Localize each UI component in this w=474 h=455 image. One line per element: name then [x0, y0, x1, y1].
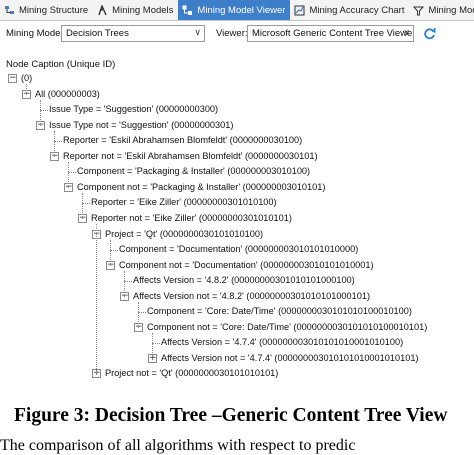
- tab-mining-models[interactable]: Mining Models: [93, 0, 178, 20]
- mining-model-viewer-icon: [182, 5, 193, 15]
- tree-connector: [54, 141, 62, 142]
- tree-node-label: Affects Version = '4.8.2' (0000000030101…: [133, 275, 355, 285]
- tree-node-label: (0): [21, 73, 33, 83]
- tree-connector: [68, 172, 76, 173]
- tree-node[interactable]: − Affects Version not = '4.8.2' (00000000…: [0, 290, 474, 304]
- tree-node-label: Issue Type not = 'Suggestion' (000000003…: [49, 120, 234, 130]
- tree-node-label: Project = 'Qt' (0000000030101010100): [105, 229, 264, 239]
- designer-tab-strip: Mining Structure Mining Models Mining Mo…: [0, 0, 474, 21]
- chevron-down-icon[interactable]: ∨: [194, 27, 201, 38]
- tree-node[interactable]: − Issue Type not = 'Suggestion' (00000000…: [0, 119, 474, 133]
- tree-node[interactable]: Issue Type = 'Suggestion' (00000000300): [0, 103, 474, 117]
- tree-connector: [82, 193, 83, 219]
- tree-connector: [124, 271, 125, 297]
- viewer-select[interactable]: Microsoft Generic Content Tree Viewer ∨: [247, 25, 414, 42]
- tree-node[interactable]: − Reporter not = 'Eike Ziller' (000000003…: [0, 212, 474, 226]
- tree-node-label: Project not = 'Qt' (0000000030101010101): [105, 368, 279, 378]
- tree-connector: [26, 84, 27, 95]
- tree-node-label: Reporter = 'Eskil Abrahamsen Blomfeldt' …: [63, 135, 303, 145]
- tree-connector: [152, 333, 153, 359]
- tab-label: Mining Accuracy Chart: [309, 4, 405, 16]
- tree-node[interactable]: − Component not = 'Documentation' (000000…: [0, 259, 474, 273]
- mining-models-icon: [98, 4, 107, 15]
- content-tree: − (0) − All (000000003) Issue Type = 'Sugges…: [0, 72, 474, 403]
- tree-node[interactable]: − Reporter not = 'Eskil Abrahamsen Blomfe…: [0, 150, 474, 164]
- tree-connector: [96, 224, 97, 375]
- mining-structure-icon: [5, 5, 14, 14]
- tree-connector: [40, 100, 41, 126]
- tree-connector: [110, 250, 118, 251]
- refresh-icon[interactable]: [423, 27, 436, 40]
- tree-node[interactable]: + Affects Version not = '4.7.4' (00000000…: [0, 352, 474, 366]
- tree-node-label: Component not = 'Core: Date/Time' (00000…: [147, 322, 428, 332]
- mining-model-value: Decision Trees: [66, 28, 129, 39]
- tree-node-label: Component = 'Core: Date/Time' (000000003…: [147, 306, 412, 316]
- tree-node-label: Component not = 'Packaging & Installer' …: [77, 182, 326, 192]
- tree-node[interactable]: Reporter = 'Eskil Abrahamsen Blomfeldt' …: [0, 134, 474, 148]
- tree-connector: [124, 281, 132, 282]
- collapse-icon[interactable]: −: [8, 74, 17, 83]
- mining-model-select[interactable]: Decision Trees ∨: [61, 25, 205, 42]
- tree-connector: [54, 131, 55, 157]
- tab-mining-accuracy-chart[interactable]: Mining Accuracy Chart: [290, 0, 409, 20]
- tree-node-label: Reporter not = 'Eskil Abrahamsen Blomfel…: [63, 151, 318, 161]
- tree-node-label: Affects Version = '4.7.4' (0000000030101…: [161, 337, 404, 347]
- tab-mining-model-viewer[interactable]: Mining Model Viewer: [178, 0, 291, 20]
- body-text: The comparison of all algorithms with re…: [0, 437, 356, 454]
- tree-node[interactable]: + Project not = 'Qt' (0000000030101010101…: [0, 367, 474, 381]
- tree-node-label: Reporter not = 'Eike Ziller' (0000000030…: [91, 213, 292, 223]
- tree-node[interactable]: Component = 'Packaging & Installer' (000…: [0, 165, 474, 179]
- accuracy-chart-icon: [294, 5, 305, 15]
- tree-node-label: Component = 'Packaging & Installer' (000…: [77, 166, 311, 176]
- tree-node[interactable]: Affects Version = '4.7.4' (0000000030101…: [0, 336, 474, 350]
- viewer-toolbar: Mining Model: Decision Trees ∨ Viewer: M…: [0, 24, 474, 46]
- tree-connector: [152, 343, 160, 344]
- tree-connector: [40, 110, 48, 111]
- tab-label: Mining Models: [112, 4, 174, 16]
- tab-mining-model-prediction[interactable]: Mining Model Prec: [409, 0, 474, 20]
- tree-node[interactable]: Reporter = 'Eike Ziller' (00000000301010…: [0, 196, 474, 210]
- tree-node-label: All (000000003): [35, 89, 100, 99]
- prediction-icon: [413, 6, 425, 15]
- tree-node-label: Affects Version not = '4.8.2' (000000003…: [133, 291, 371, 301]
- tab-label: Mining Structure: [19, 4, 89, 16]
- tree-node-label: Component = 'Documentation' (00000000301…: [119, 244, 359, 254]
- tree-connector: [68, 162, 69, 188]
- tree-node[interactable]: Component = 'Documentation' (00000000301…: [0, 243, 474, 257]
- tree-node[interactable]: − (0): [0, 72, 474, 86]
- tree-connector: [110, 240, 111, 266]
- tree-connector: [138, 312, 146, 313]
- viewer-label: Viewer:: [216, 28, 248, 39]
- tree-node[interactable]: − All (000000003): [0, 88, 474, 102]
- mining-model-label: Mining Model:: [6, 28, 66, 39]
- tree-connector: [138, 302, 139, 328]
- chevron-down-icon[interactable]: ∨: [403, 27, 410, 38]
- tree-node-label: Component not = 'Documentation' (0000000…: [119, 260, 374, 270]
- tree-node-label: Issue Type = 'Suggestion' (00000000300): [49, 104, 219, 114]
- tab-label: Mining Model Viewer: [197, 4, 286, 16]
- tree-node[interactable]: Affects Version = '4.8.2' (0000000030101…: [0, 274, 474, 288]
- tree-node[interactable]: − Component not = 'Core: Date/Time' (0000…: [0, 321, 474, 335]
- tree-node-label: Affects Version not = '4.7.4' (000000003…: [161, 353, 419, 363]
- tree-node-label: Reporter = 'Eike Ziller' (00000000301010…: [91, 197, 277, 207]
- figure-caption: Figure 3: Decision Tree –Generic Content…: [14, 405, 448, 426]
- tree-node[interactable]: − Component not = 'Packaging & Installer'…: [0, 181, 474, 195]
- viewer-value: Microsoft Generic Content Tree Viewer: [252, 28, 414, 39]
- tab-label: Mining Model Prec: [428, 4, 474, 16]
- tree-column-caption: Node Caption (Unique ID): [6, 59, 116, 70]
- tab-mining-structure[interactable]: Mining Structure: [0, 0, 93, 20]
- tree-node[interactable]: − Project = 'Qt' (0000000030101010100): [0, 228, 474, 242]
- tree-node[interactable]: Component = 'Core: Date/Time' (000000003…: [0, 305, 474, 319]
- tree-connector: [82, 203, 90, 204]
